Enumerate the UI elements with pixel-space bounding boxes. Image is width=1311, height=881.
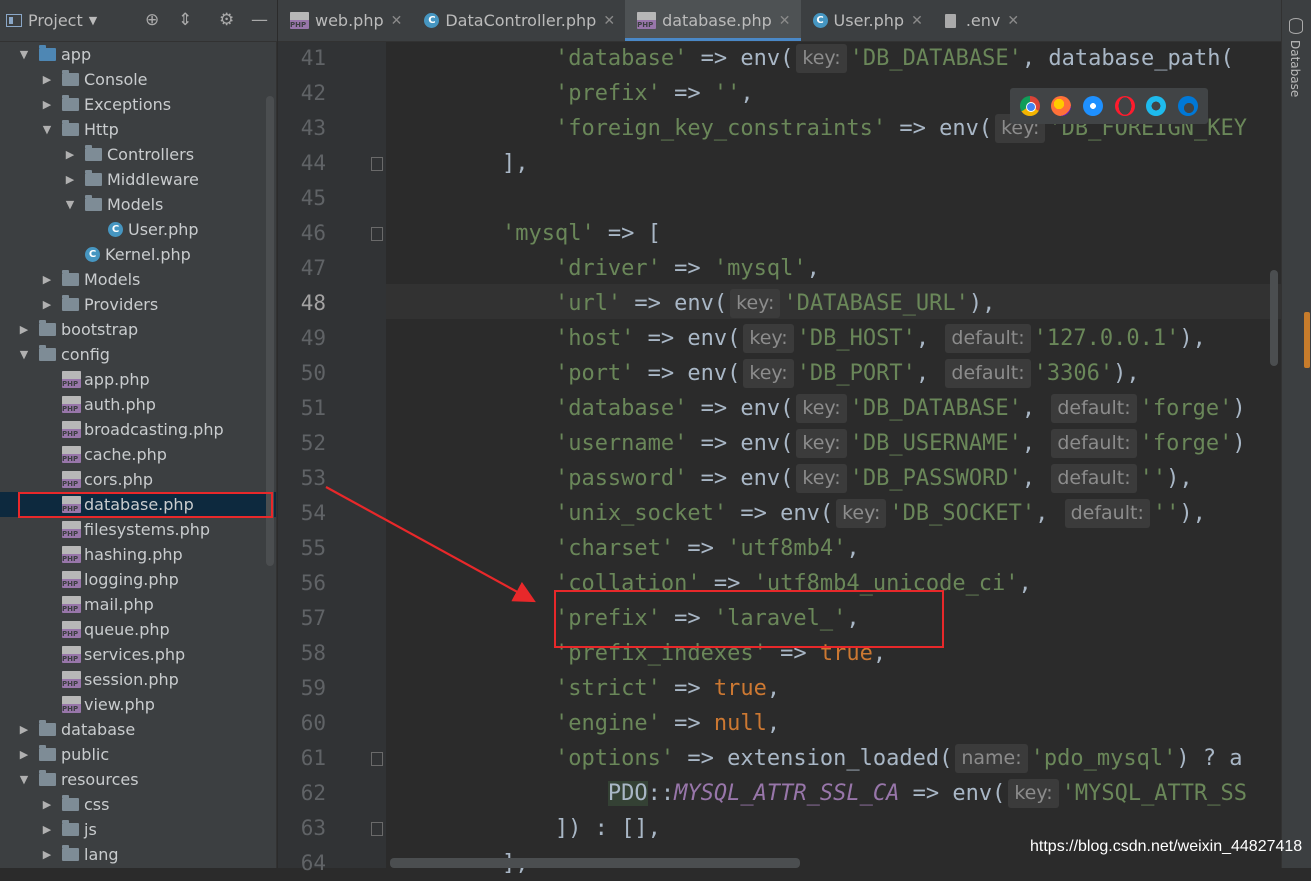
watermark: https://blog.csdn.net/weixin_44827418: [1030, 838, 1303, 855]
arrow-line: [325, 486, 536, 603]
annotation-arrow: [325, 486, 536, 603]
